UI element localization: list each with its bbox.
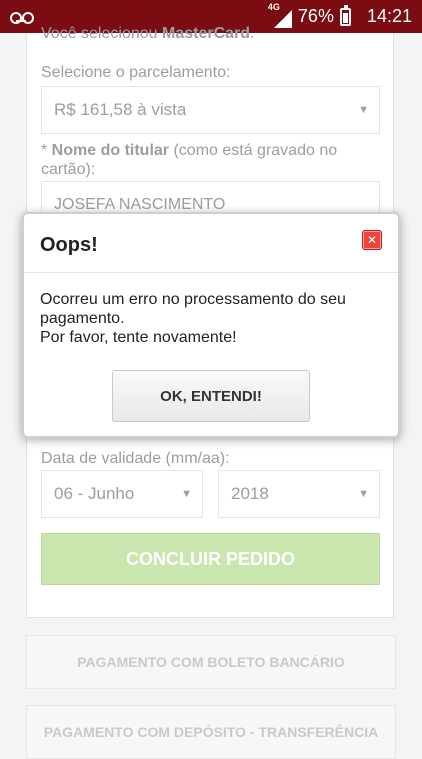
ok-button[interactable]: OK, ENTENDI! xyxy=(112,370,310,422)
dialog-message: Ocorreu um erro no processamento do seu … xyxy=(40,290,380,347)
battery-percent: 76% xyxy=(297,6,334,26)
dialog-message-line2: Por favor, tente novamente! xyxy=(40,329,237,346)
dialog-divider xyxy=(24,272,398,273)
error-dialog: Oops! ✕ Ocorreu um erro no processamento… xyxy=(22,212,400,438)
clock: 14:21 xyxy=(366,6,412,26)
voicemail-icon xyxy=(10,10,34,24)
signal-icon: 4G xyxy=(268,2,292,28)
dialog-title: Oops! xyxy=(40,234,98,256)
dialog-message-line1: Ocorreu um erro no processamento do seu … xyxy=(40,291,346,327)
close-icon[interactable]: ✕ xyxy=(362,230,382,250)
status-indicators: 4G 76% 14:21 xyxy=(268,2,412,28)
battery-icon xyxy=(339,4,351,26)
